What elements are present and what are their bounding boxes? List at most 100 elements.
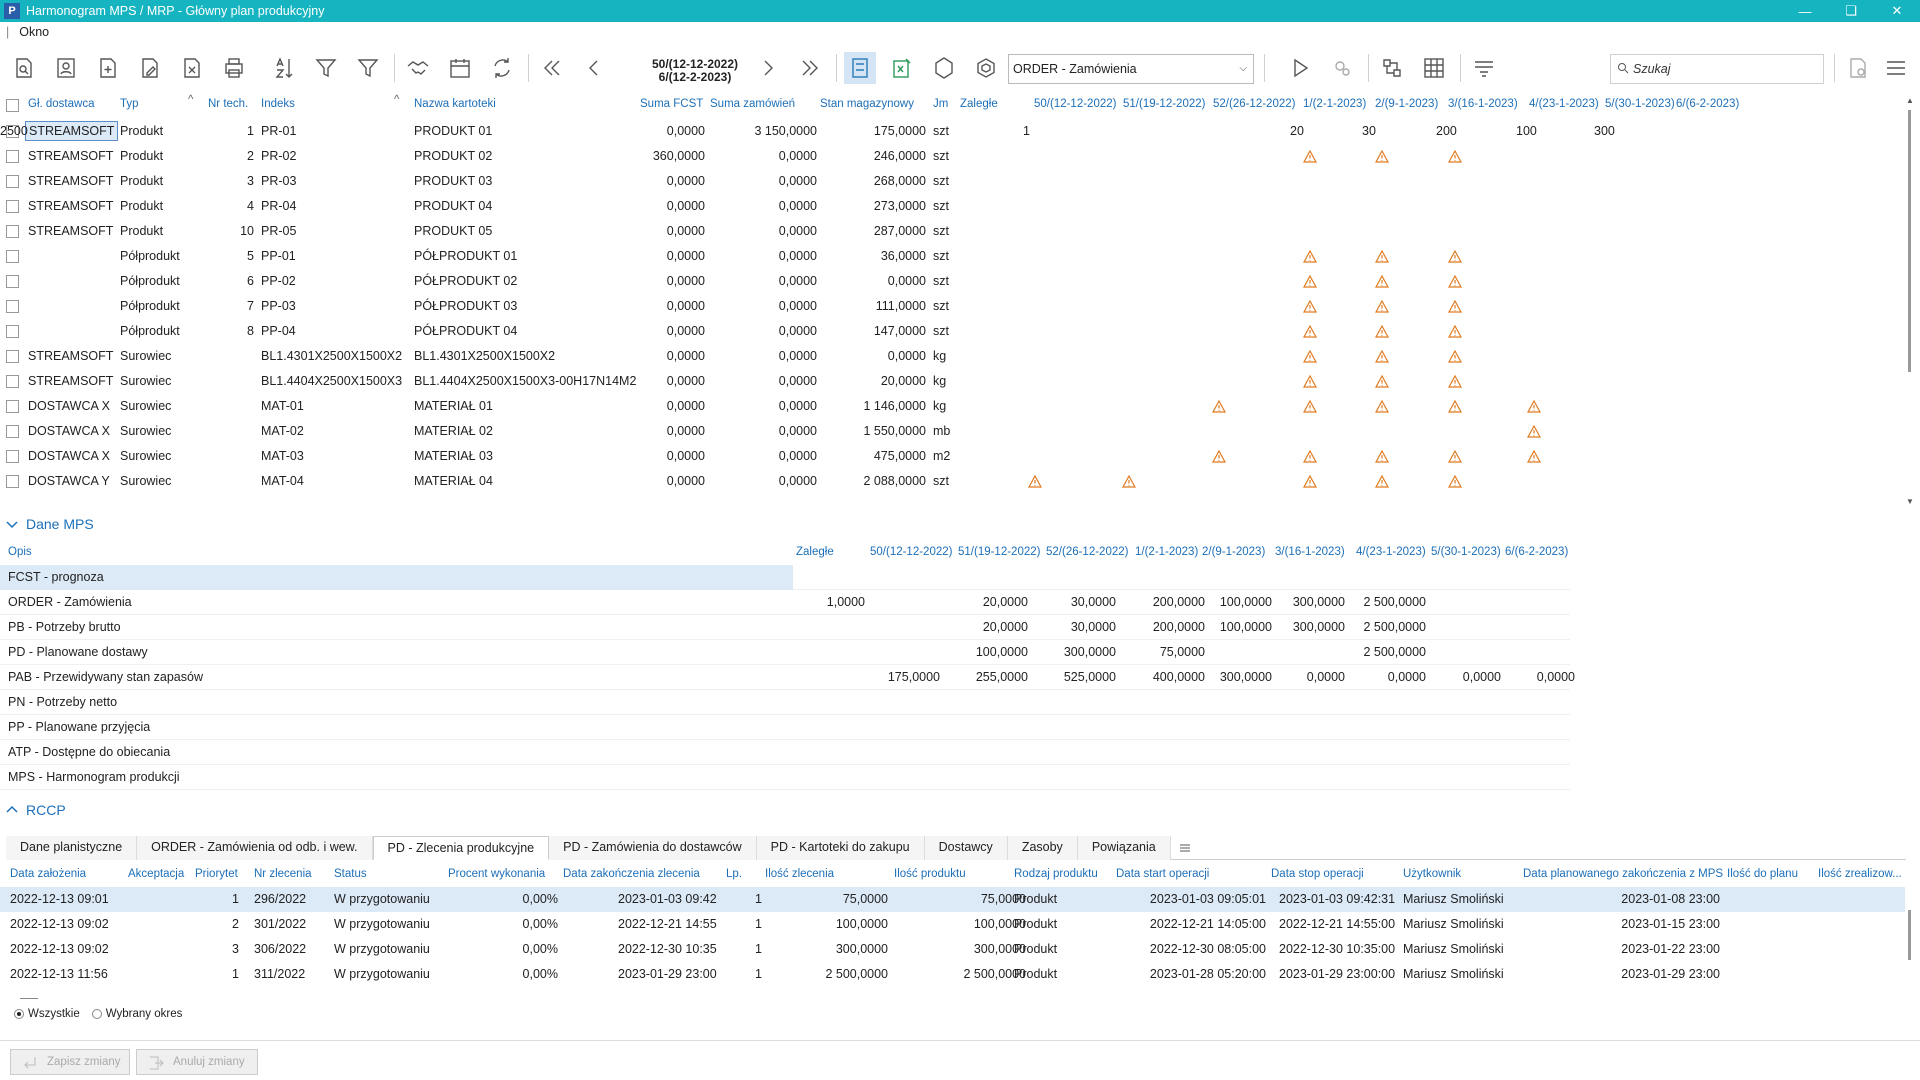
row-checkbox[interactable] [6, 250, 19, 263]
mps-col-period-7[interactable]: 4/(23-1-2023) [1356, 546, 1426, 558]
warning-icon[interactable] [1028, 475, 1042, 488]
grid-row[interactable]: STREAMSOFT Produkt 10 PR-05 PRODUKT 05 0,0000… [0, 219, 1900, 244]
warning-icon[interactable] [1448, 150, 1462, 163]
tab-2[interactable]: PD - Zlecenia produkcyjne [372, 836, 550, 860]
last-period-icon[interactable] [794, 52, 826, 84]
filter-add-icon[interactable] [310, 52, 342, 84]
row-checkbox[interactable] [6, 375, 19, 388]
mps-row[interactable]: MPS - Harmonogram produkcji [0, 765, 1570, 790]
calendar-icon[interactable] [444, 52, 476, 84]
preview-icon[interactable] [8, 52, 40, 84]
warning-icon[interactable] [1448, 300, 1462, 313]
warning-icon[interactable] [1527, 450, 1541, 463]
orders-col-4[interactable]: Status [334, 868, 367, 880]
warning-icon[interactable] [1375, 300, 1389, 313]
grid-row[interactable]: Półprodukt 7 PP-03 PÓŁPRODUKT 03 0,0000 0,000… [0, 294, 1900, 319]
next-period-icon[interactable] [752, 52, 784, 84]
warning-icon[interactable] [1375, 325, 1389, 338]
mps-col-period-2[interactable]: 51/(19-12-2022) [958, 546, 1040, 558]
restore-icon[interactable]: ❏ [1828, 0, 1874, 22]
mps-col-opis[interactable]: Opis [8, 546, 32, 558]
tab-3[interactable]: PD - Zamówienia do dostawców [549, 836, 757, 860]
col-zalegle[interactable]: Zaległe [960, 98, 998, 110]
handshake-icon[interactable] [402, 52, 434, 84]
save-changes-button[interactable]: Zapisz zmiany [10, 1049, 130, 1075]
edit-document-icon[interactable] [134, 52, 166, 84]
warning-icon[interactable] [1448, 325, 1462, 338]
orders-col-16[interactable]: Ilość zrealizow... [1818, 868, 1902, 880]
orders-scrollbar[interactable] [1906, 880, 1914, 970]
tab-6[interactable]: Zasoby [1007, 836, 1078, 860]
warning-icon[interactable] [1448, 250, 1462, 263]
row-checkbox[interactable] [6, 150, 19, 163]
gears-icon[interactable] [1326, 52, 1358, 84]
orders-col-1[interactable]: Akceptacja [128, 868, 184, 880]
row-checkbox[interactable] [6, 300, 19, 313]
warning-icon[interactable] [1375, 250, 1389, 263]
grid-row[interactable]: STREAMSOFT Surowiec BL1.4301X2500X1500X2 BL… [0, 344, 1900, 369]
row-checkbox[interactable] [6, 225, 19, 238]
warning-icon[interactable] [1527, 425, 1541, 438]
menu-item-okno[interactable]: Okno [19, 25, 49, 39]
warning-icon[interactable] [1448, 275, 1462, 288]
warning-icon[interactable] [1212, 400, 1226, 413]
col-period-4[interactable]: 1/(2-1-2023) [1303, 98, 1366, 110]
warning-icon[interactable] [1375, 400, 1389, 413]
warning-icon[interactable] [1303, 150, 1317, 163]
group-icon[interactable] [1468, 52, 1500, 84]
col-typ[interactable]: Typ [120, 98, 139, 110]
col-nrtech[interactable]: Nr tech. [208, 98, 248, 110]
row-checkbox[interactable] [6, 175, 19, 188]
tabs-menu-icon[interactable] [1171, 836, 1199, 859]
row-checkbox[interactable] [6, 275, 19, 288]
col-period-7[interactable]: 4/(23-1-2023) [1529, 98, 1599, 110]
col-period-3[interactable]: 52/(26-12-2022) [1213, 98, 1295, 110]
mps-col-zalegle[interactable]: Zaległe [796, 546, 834, 558]
warning-icon[interactable] [1303, 400, 1317, 413]
warning-icon[interactable] [1448, 475, 1462, 488]
grid-row[interactable]: DOSTAWCA X Surowiec MAT-01 MATERIAŁ 01 0,000… [0, 394, 1900, 419]
warning-icon[interactable] [1375, 150, 1389, 163]
layout-icon[interactable] [1376, 52, 1408, 84]
tab-7[interactable]: Powiązania [1077, 836, 1171, 860]
warning-icon[interactable] [1375, 450, 1389, 463]
order-row[interactable]: 2022-12-13 09:01 1 296/2022 W przygotowaniu… [0, 887, 1905, 912]
orders-col-5[interactable]: Procent wykonania [448, 868, 545, 880]
mps-col-period-8[interactable]: 5/(30-1-2023) [1431, 546, 1501, 558]
col-nazwa[interactable]: Nazwa kartoteki [414, 98, 496, 110]
sort-icon[interactable] [268, 52, 300, 84]
warning-icon[interactable] [1448, 450, 1462, 463]
mps-row[interactable]: PAB - Przewidywany stan zapasów 175,0000 2… [0, 665, 1575, 690]
grid-row[interactable]: STREAMSOFT Surowiec BL1.4404X2500X1500X3 BL… [0, 369, 1900, 394]
scroll-down-icon[interactable]: ▼ [1906, 497, 1914, 506]
orders-col-7[interactable]: Lp. [726, 868, 742, 880]
grid-row[interactable]: Półprodukt 6 PP-02 PÓŁPRODUKT 02 0,0000 0,000… [0, 269, 1900, 294]
delete-document-icon[interactable] [176, 52, 208, 84]
mps-col-period-5[interactable]: 2/(9-1-2023) [1202, 546, 1265, 558]
mps-row[interactable]: PD - Planowane dostawy 100,0000 300,0000 75… [0, 640, 1570, 665]
warning-icon[interactable] [1375, 350, 1389, 363]
card-icon[interactable] [50, 52, 82, 84]
col-period-1[interactable]: 50/(12-12-2022) [1034, 98, 1116, 110]
row-checkbox[interactable] [6, 425, 19, 438]
export-excel-icon[interactable] [886, 52, 918, 84]
warning-icon[interactable] [1122, 475, 1136, 488]
orders-col-10[interactable]: Rodzaj produktu [1014, 868, 1098, 880]
filter-icon[interactable] [352, 52, 384, 84]
orders-col-14[interactable]: Data planowanego zakończenia z MPS [1523, 868, 1723, 880]
grid-row[interactable]: STREAMSOFT Produkt 1 PR-01 PRODUKT 01 0,0000 3… [0, 119, 1900, 144]
save-plan-icon[interactable] [844, 52, 876, 84]
warning-icon[interactable] [1303, 350, 1317, 363]
play-icon[interactable] [1284, 52, 1316, 84]
col-jm[interactable]: Jm [933, 98, 948, 110]
row-checkbox[interactable] [6, 350, 19, 363]
prev-period-icon[interactable] [578, 52, 610, 84]
hexagon-icon[interactable] [970, 52, 1002, 84]
grid-row[interactable]: STREAMSOFT Produkt 4 PR-04 PRODUKT 04 0,0000 0… [0, 194, 1900, 219]
orders-col-9[interactable]: Ilość produktu [894, 868, 966, 880]
warning-icon[interactable] [1375, 475, 1389, 488]
scroll-up-icon[interactable]: ▲ [1906, 96, 1914, 105]
shield-icon[interactable] [928, 52, 960, 84]
order-row[interactable]: 2022-12-13 09:02 2 301/2022 W przygotowaniu… [0, 912, 1905, 937]
warning-icon[interactable] [1303, 450, 1317, 463]
